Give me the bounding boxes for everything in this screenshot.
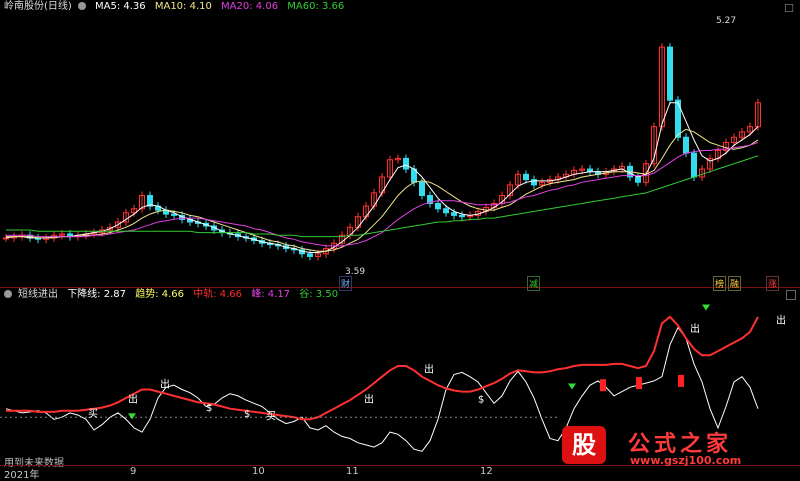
x-tick-label: 11 — [346, 466, 359, 477]
indicator-title: 短线进出 — [18, 289, 58, 300]
stock-title: 岭南股份(日线) — [4, 1, 72, 12]
candle-body — [451, 212, 457, 216]
candle-body — [419, 181, 425, 197]
candle-body — [435, 202, 441, 210]
signal-label: 出 — [364, 392, 374, 405]
watermark-url: www.gszj100.com — [630, 454, 742, 467]
price-chart[interactable] — [0, 0, 800, 287]
signal-label: 出 — [776, 313, 786, 326]
close-panel-icon[interactable]: ☐ — [784, 2, 794, 15]
candle-body — [403, 157, 409, 170]
high-price-label: 5.27 — [716, 16, 737, 26]
valley-label: 谷: 3.50 — [299, 289, 339, 300]
signal-label: 买 — [88, 408, 98, 420]
x-tick-label: 12 — [480, 466, 493, 477]
candle-body — [635, 176, 641, 183]
trend-label: 趋势: 4.66 — [135, 289, 185, 300]
settings-dot-icon[interactable] — [4, 290, 12, 298]
signal-label: 出 — [690, 322, 700, 335]
candle-body — [691, 152, 697, 178]
peak-label: 峰: 4.17 — [251, 289, 291, 300]
ma60-label: MA60: 3.66 — [287, 1, 345, 12]
x-tick-label: 9 — [130, 466, 137, 477]
candle-body — [307, 253, 313, 257]
candle-body — [523, 173, 529, 181]
signal-label: 出 — [424, 362, 434, 375]
candle-body — [459, 214, 465, 218]
candle-body — [667, 46, 673, 101]
signal-label: $ — [244, 409, 250, 420]
x-tick-label: 10 — [252, 466, 265, 477]
decline-line-label: 下降线: 2.87 — [67, 289, 127, 300]
candle-body — [443, 208, 449, 214]
down-arrow-icon — [702, 304, 710, 311]
settings-dot-icon[interactable] — [77, 2, 86, 10]
ma10-label: MA10: 4.10 — [154, 1, 212, 12]
down-arrow-icon — [128, 413, 136, 420]
ma5-label: MA5: 4.36 — [95, 1, 146, 12]
middle-band-label: 中轨: 4.66 — [193, 289, 243, 300]
middle-band-line — [6, 315, 759, 421]
ma20-label: MA20: 4.06 — [221, 1, 279, 12]
candle-body — [683, 136, 689, 154]
signal-label: $ — [206, 403, 212, 414]
signal-label: 出 — [160, 377, 170, 390]
signal-box — [678, 374, 684, 387]
panel-toggle-icon[interactable] — [786, 290, 796, 300]
price-panel-header: 岭南股份(日线) MA5: 4.36 MA10: 4.10 MA20: 4.06… — [4, 1, 350, 13]
signal-label: 买 — [266, 410, 276, 422]
signal-box — [636, 377, 642, 390]
x-axis — [0, 465, 800, 480]
indicator-panel-header: 短线进出 下降线: 2.87 趋势: 4.66 中轨: 4.66 峰: 4.17… — [4, 289, 344, 301]
candlestick-panel[interactable] — [0, 0, 800, 288]
watermark-logo: 股 — [562, 426, 606, 464]
signal-label: 出 — [128, 392, 138, 405]
signal-box — [600, 379, 606, 392]
candle-body — [171, 213, 177, 216]
down-arrow-icon — [568, 383, 576, 390]
signal-label: $ — [478, 394, 484, 405]
